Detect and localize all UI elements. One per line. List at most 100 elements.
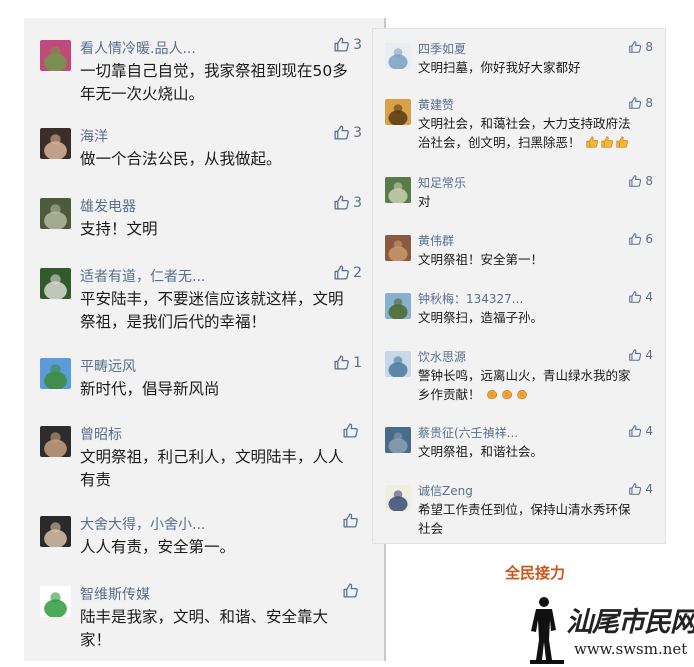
commenter-name[interactable]: 适者有道，仁者无... <box>80 266 310 286</box>
comment-text-line: 文明祭祖！安全第一！ <box>418 252 544 267</box>
thumbs-up-emoji-icon <box>600 136 613 148</box>
avatar[interactable] <box>40 128 71 159</box>
commenter-name[interactable]: 海洋 <box>80 126 310 146</box>
like-count: 4 <box>645 348 653 362</box>
avatar[interactable] <box>385 177 411 203</box>
like-button[interactable]: 1 <box>333 354 362 371</box>
like-count: 8 <box>645 174 653 188</box>
thumbs-up-outline-icon <box>343 583 358 598</box>
comment-text-line: 文明扫墓，你好我好大家都好 <box>418 60 581 75</box>
avatar[interactable] <box>40 198 71 229</box>
thumbs-up-emoji-icon <box>585 136 598 148</box>
like-button[interactable]: 8 <box>628 40 653 54</box>
commenter-name[interactable]: 黄建赞 <box>418 96 608 113</box>
watermark-title: 汕尾市民网 <box>566 607 694 638</box>
avatar[interactable] <box>40 268 71 299</box>
comment-text-line: 有责 <box>80 471 112 489</box>
comment-text-line: 陆丰是我家，文明、和谐、安全靠大 <box>80 608 329 626</box>
commenter-name[interactable]: 大舍大得，小舍小... <box>80 514 310 534</box>
avatar[interactable] <box>385 351 411 377</box>
comment-text-line: 乡作贡献！ <box>418 385 653 404</box>
comment-text: 文明扫墓，你好我好大家都好 <box>418 58 653 77</box>
thumbs-up-outline-icon <box>629 425 642 437</box>
thumbs-up-outline-icon <box>629 483 642 495</box>
commenter-name[interactable]: 曾昭标 <box>80 424 310 444</box>
avatar[interactable] <box>385 427 411 453</box>
like-button[interactable]: 3 <box>333 36 362 53</box>
like-button[interactable]: 4 <box>628 424 653 438</box>
comments-panel-left: 看人情冷暖.品人... 3 一切靠自己自觉，我家祭祖到现在50多 年无一次火烧山。 海洋… <box>24 18 386 661</box>
like-button[interactable]: 3 <box>333 124 362 141</box>
avatar[interactable] <box>385 235 411 261</box>
thumbs-up-outline-icon <box>629 97 642 109</box>
comment-text: 文明祭祖，利己利人，文明陆丰，人人 有责 <box>80 446 360 492</box>
comment-text: 文明社会，和蔼社会，大力支持政府法 治社会，创文明，扫黑除恶！ <box>418 114 653 152</box>
thumbs-up-outline-icon <box>334 37 349 52</box>
comment-text-line: 支持！文明 <box>80 220 158 238</box>
like-count: 8 <box>645 96 653 110</box>
commenter-name[interactable]: 智维斯传媒 <box>80 584 310 604</box>
avatar[interactable] <box>385 485 411 511</box>
commenter-name[interactable]: 看人情冷暖.品人... <box>80 38 310 58</box>
comment-text-line: 希望工作责任到位，保持山清水秀环保 <box>418 502 631 517</box>
commenter-name[interactable]: 诚信Zeng <box>418 482 608 499</box>
comment-text-line: 人人有责，安全第一。 <box>80 538 236 556</box>
emoji-group <box>485 387 530 402</box>
like-count: 3 <box>353 124 362 141</box>
avatar[interactable] <box>385 43 411 69</box>
watermark-url: www.swsm.net <box>574 640 688 658</box>
commenter-name[interactable]: 知足常乐 <box>418 174 608 191</box>
like-button[interactable] <box>342 582 362 599</box>
like-button[interactable] <box>342 512 362 529</box>
commenter-name[interactable]: 四季如夏 <box>418 40 608 57</box>
like-button[interactable]: 3 <box>333 194 362 211</box>
like-count: 4 <box>645 424 653 438</box>
like-button[interactable]: 2 <box>333 264 362 281</box>
like-button[interactable]: 8 <box>628 174 653 188</box>
commenter-name[interactable]: 蔡贵征(六壬禎祥... <box>418 424 608 441</box>
thumbs-up-outline-icon <box>334 355 349 370</box>
comment-text-line: 祭祖，是我们后代的幸福！ <box>80 313 267 331</box>
comment-text-line: 社会 <box>418 521 444 536</box>
comment-text: 文明祭扫，造福子孙。 <box>418 308 653 327</box>
avatar[interactable] <box>40 40 71 71</box>
like-count: 3 <box>353 36 362 53</box>
commenter-name[interactable]: 雄发电器 <box>80 196 310 216</box>
commenter-name[interactable]: 黄伟群 <box>418 232 608 249</box>
avatar[interactable] <box>40 426 71 457</box>
comment-text-line: 警钟长鸣，远离山火，青山绿水我的家 <box>418 368 631 383</box>
like-button[interactable]: 4 <box>628 348 653 362</box>
thumbs-up-outline-icon <box>629 41 642 53</box>
avatar[interactable] <box>40 358 71 389</box>
thumbs-up-outline-icon <box>629 291 642 303</box>
like-button[interactable]: 4 <box>628 482 653 496</box>
comment-text: 做一个合法公民，从我做起。 <box>80 148 360 171</box>
emoji-group <box>585 135 630 150</box>
comment-text: 希望工作责任到位，保持山清水秀环保 社会 <box>418 500 653 538</box>
thumbs-up-outline-icon <box>334 195 349 210</box>
thumbs-up-outline-icon <box>343 513 358 528</box>
comment-text-line: 一切靠自己自觉，我家祭祖到现在50多 <box>80 62 348 80</box>
watermark: 汕尾市民网 www.swsm.net <box>530 596 694 664</box>
commenter-name[interactable]: 平畴远风 <box>80 356 310 376</box>
fist-emoji-icon <box>501 389 512 399</box>
commenter-name[interactable]: 饮水思源 <box>418 348 608 365</box>
avatar[interactable] <box>385 293 411 319</box>
commenter-name[interactable]: 钟秋梅：134327... <box>418 290 608 307</box>
comment-text-line: 文明祭扫，造福子孙。 <box>418 310 544 325</box>
thumbs-up-emoji-icon <box>615 136 628 148</box>
comment-text: 陆丰是我家，文明、和谐、安全靠大 家！ <box>80 606 360 652</box>
like-count: 2 <box>353 264 362 281</box>
avatar[interactable] <box>40 516 71 547</box>
thumbs-up-outline-icon <box>343 423 358 438</box>
comment-text-line: 治社会，创文明，扫黑除恶！ <box>418 133 653 152</box>
avatar[interactable] <box>40 586 71 617</box>
comment-text: 人人有责，安全第一。 <box>80 536 360 559</box>
like-button[interactable]: 6 <box>628 232 653 246</box>
like-button[interactable]: 8 <box>628 96 653 110</box>
comment-text-line: 文明祭祖，利己利人，文明陆丰，人人 <box>80 448 344 466</box>
like-count: 4 <box>645 290 653 304</box>
like-button[interactable]: 4 <box>628 290 653 304</box>
avatar[interactable] <box>385 99 411 125</box>
like-button[interactable] <box>342 422 362 439</box>
